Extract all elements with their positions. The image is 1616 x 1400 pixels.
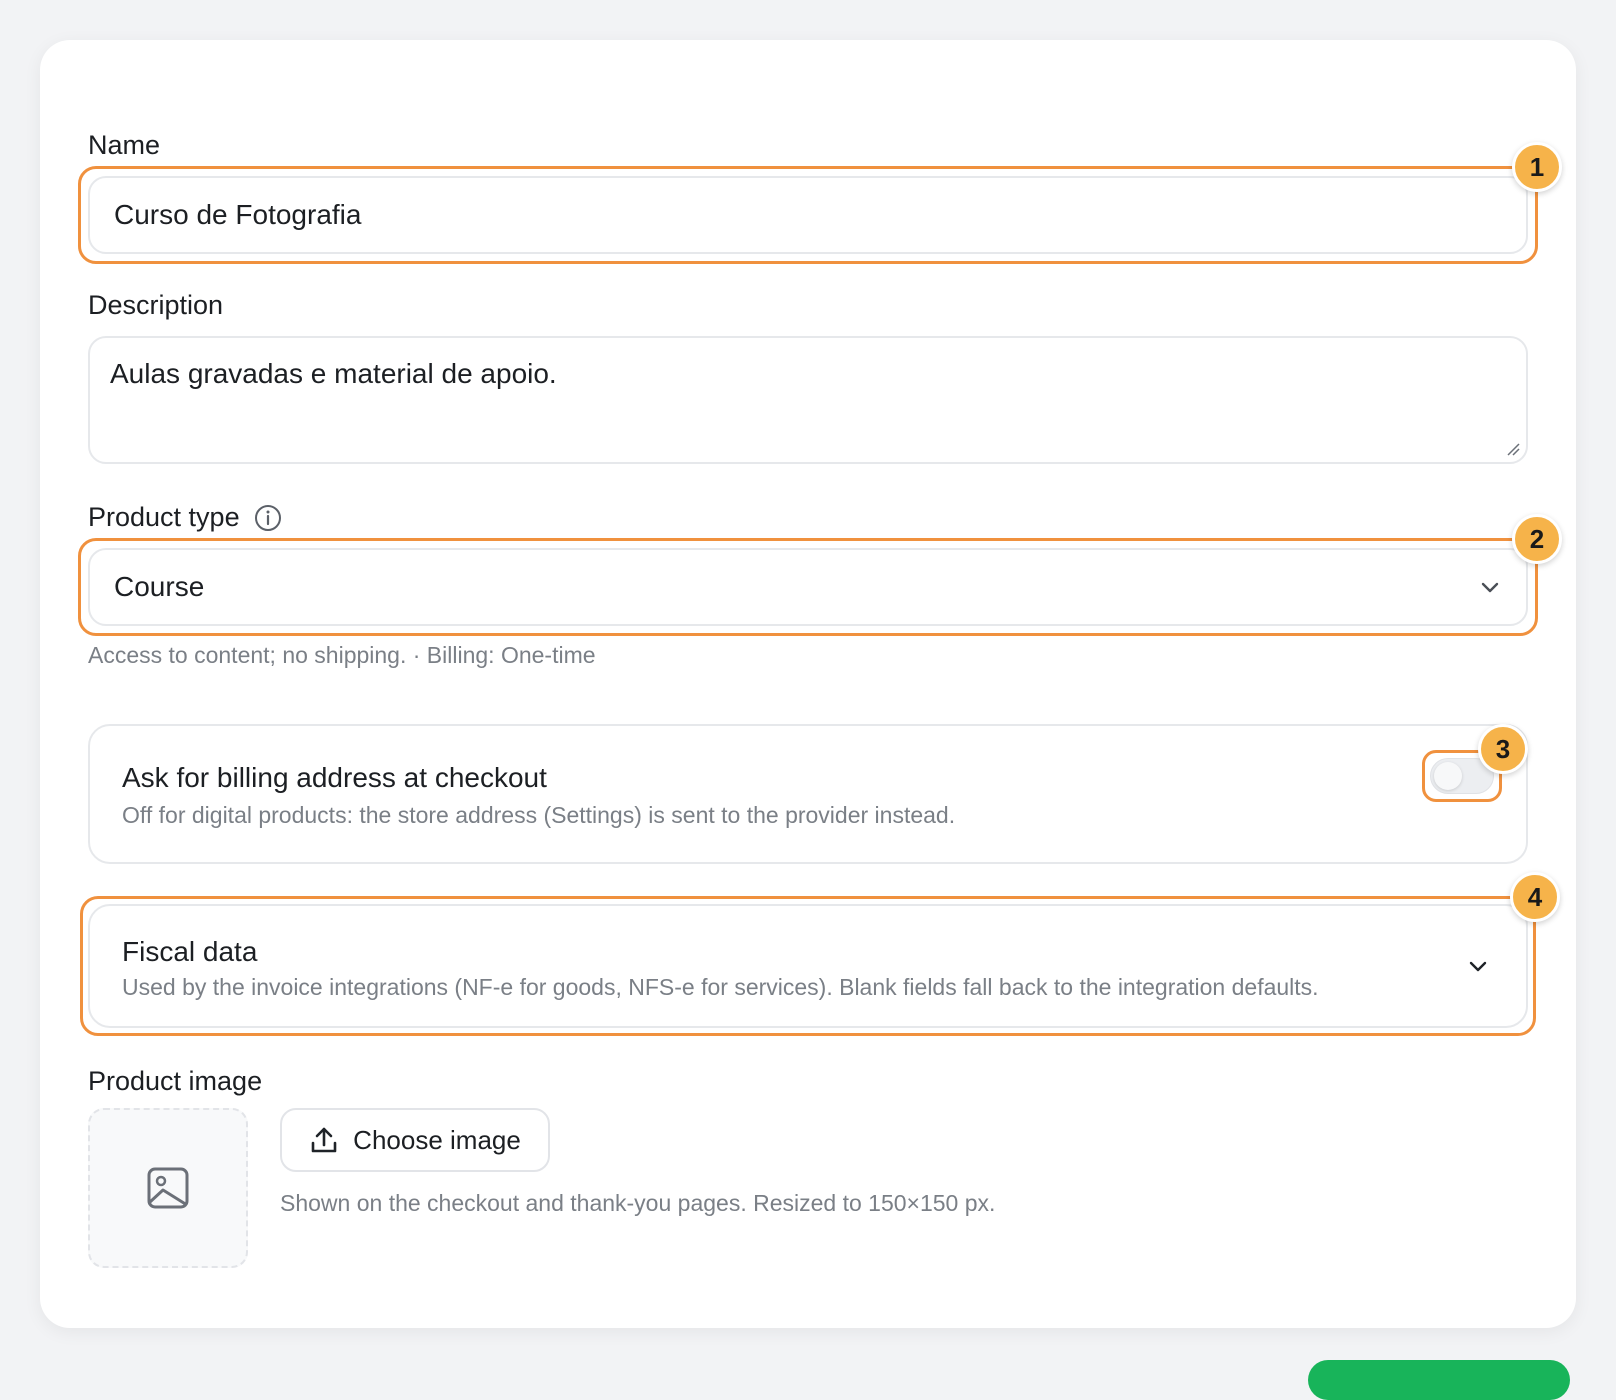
description-label: Description — [88, 290, 224, 320]
fiscal-data-panel[interactable]: Fiscal data Used by the invoice integrat… — [88, 904, 1528, 1028]
billing-toggle-title: Ask for billing address at checkout — [122, 762, 547, 793]
product-type-label: Product type — [88, 502, 240, 532]
annotation-badge-4: 4 — [1510, 872, 1560, 922]
annotation-badge-1: 1 — [1512, 142, 1562, 192]
choose-image-button[interactable]: Choose image — [280, 1108, 550, 1172]
upload-icon — [311, 1127, 337, 1153]
primary-action-button[interactable] — [1308, 1360, 1570, 1400]
resize-grip-icon[interactable] — [1506, 442, 1520, 456]
billing-address-panel: Ask for billing address at checkout Off … — [88, 724, 1528, 864]
description-value: Aulas gravadas e material de apoio. — [110, 358, 557, 389]
fiscal-data-subtitle: Used by the invoice integrations (NF-e f… — [122, 974, 1319, 1000]
product-type-value: Course — [114, 571, 205, 602]
name-input[interactable]: Curso de Fotografia — [88, 176, 1528, 254]
annotation-badge-3: 3 — [1478, 724, 1528, 774]
toggle-knob — [1434, 762, 1462, 790]
name-input-value: Curso de Fotografia — [114, 199, 362, 230]
product-type-select[interactable]: Course — [88, 548, 1528, 626]
product-image-label: Product image — [88, 1066, 263, 1096]
product-type-hint: Access to content; no shipping. · Billin… — [88, 642, 596, 668]
chevron-down-icon[interactable] — [1466, 954, 1490, 978]
image-icon — [147, 1167, 189, 1209]
info-icon[interactable] — [254, 504, 282, 532]
annotation-badge-2: 2 — [1512, 514, 1562, 564]
description-textarea[interactable]: Aulas gravadas e material de apoio. — [88, 336, 1528, 464]
choose-image-label: Choose image — [353, 1124, 521, 1155]
billing-toggle-subtitle: Off for digital products: the store addr… — [122, 802, 956, 828]
product-type-label-row: Product type — [88, 502, 282, 533]
name-label: Name — [88, 130, 161, 160]
chevron-down-icon — [1481, 582, 1499, 593]
image-hint: Shown on the checkout and thank-you page… — [280, 1190, 996, 1216]
fiscal-data-title: Fiscal data — [122, 936, 258, 967]
image-placeholder — [88, 1108, 248, 1268]
